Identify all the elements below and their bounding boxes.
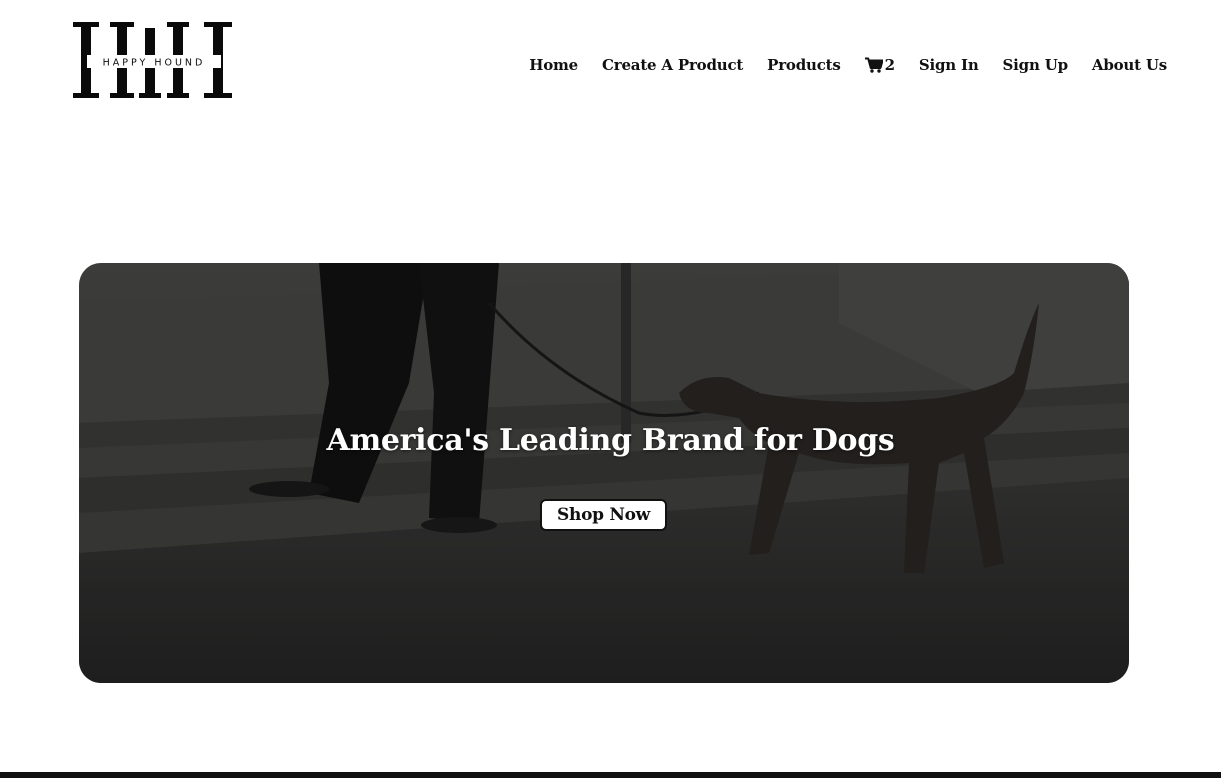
- nav-sign-in[interactable]: Sign In: [919, 56, 979, 74]
- nav-create-product[interactable]: Create A Product: [602, 56, 743, 74]
- cart-count-badge: 2: [884, 56, 895, 74]
- nav-sign-up[interactable]: Sign Up: [1003, 56, 1069, 74]
- logo-text: HAPPY HOUND: [103, 58, 206, 69]
- happy-hound-logo-mark: HAPPY HOUND: [73, 22, 232, 98]
- hero-image: [79, 263, 1129, 683]
- nav-products[interactable]: Products: [767, 56, 841, 74]
- footer-divider: [0, 772, 1221, 778]
- nav-cart[interactable]: 2: [864, 56, 895, 74]
- hero-banner: [79, 263, 1129, 683]
- nav-about-us[interactable]: About Us: [1092, 56, 1167, 74]
- shop-now-button[interactable]: Shop Now: [540, 499, 667, 531]
- nav-home[interactable]: Home: [529, 56, 578, 74]
- cart-icon: [864, 57, 883, 73]
- hero-title: America's Leading Brand for Dogs: [326, 423, 895, 458]
- main-navigation: Home Create A Product Products 2 Sign In…: [529, 52, 1167, 78]
- brand-logo[interactable]: HAPPY HOUND: [73, 22, 233, 100]
